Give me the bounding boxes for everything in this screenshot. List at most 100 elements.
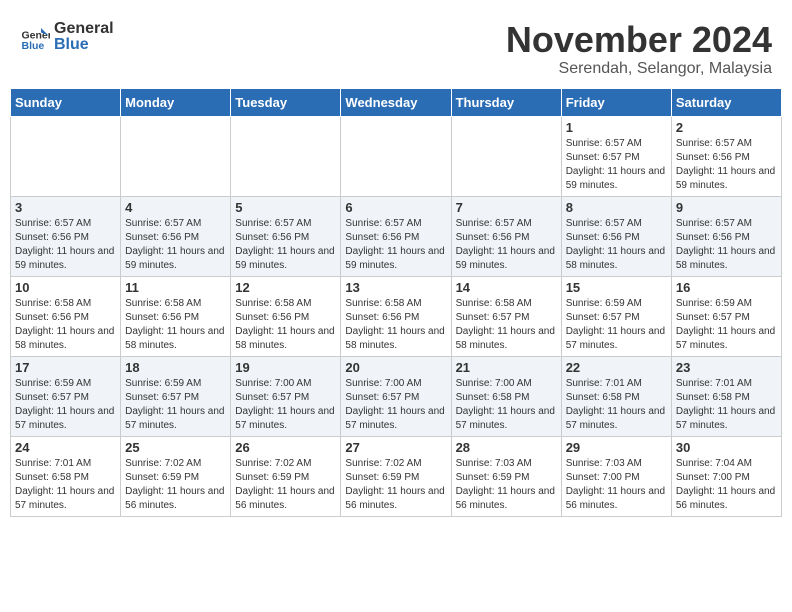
day-number: 14 — [456, 280, 557, 295]
day-info: Sunrise: 7:02 AMSunset: 6:59 PMDaylight:… — [345, 457, 446, 513]
calendar-cell: 19Sunrise: 7:00 AMSunset: 6:57 PMDayligh… — [231, 356, 341, 436]
day-number: 27 — [345, 440, 446, 455]
day-info: Sunrise: 6:57 AMSunset: 6:56 PMDaylight:… — [15, 217, 116, 273]
weekday-header-tuesday: Tuesday — [231, 88, 341, 116]
calendar-cell — [341, 116, 451, 196]
page-header: General Blue General Blue November 2024 … — [10, 10, 782, 83]
day-info: Sunrise: 7:02 AMSunset: 6:59 PMDaylight:… — [235, 457, 336, 513]
calendar-cell: 7 Sunrise: 6:57 AMSunset: 6:56 PMDaylight… — [451, 196, 561, 276]
day-info: Sunrise: 6:57 AMSunset: 6:56 PMDaylight:… — [566, 217, 667, 273]
calendar-cell — [11, 116, 121, 196]
calendar-cell: 26 Sunrise: 7:02 AMSunset: 6:59 PMDayligh… — [231, 436, 341, 516]
day-info: Sunrise: 6:57 AMSunset: 6:56 PMDaylight:… — [456, 217, 557, 273]
calendar-week-1: 1 Sunrise: 6:57 AMSunset: 6:57 PMDaylight… — [11, 116, 782, 196]
day-number: 13 — [345, 280, 446, 295]
day-number: 21 — [456, 360, 557, 375]
calendar-cell — [451, 116, 561, 196]
day-number: 16 — [676, 280, 777, 295]
day-number: 5 — [235, 200, 336, 215]
day-info: Sunrise: 6:58 AMSunset: 6:56 PMDaylight:… — [345, 297, 446, 353]
day-number: 1 — [566, 120, 667, 135]
day-number: 15 — [566, 280, 667, 295]
day-number: 20 — [345, 360, 446, 375]
day-info: Sunrise: 6:59 AMSunset: 6:57 PMDaylight:… — [566, 297, 667, 353]
calendar-cell: 18 Sunrise: 6:59 AMSunset: 6:57 PMDayligh… — [121, 356, 231, 436]
calendar-cell: 29 Sunrise: 7:03 AMSunset: 7:00 PMDayligh… — [561, 436, 671, 516]
day-info: Sunrise: 6:57 AMSunset: 6:56 PMDaylight:… — [125, 217, 226, 273]
calendar-cell: 1 Sunrise: 6:57 AMSunset: 6:57 PMDaylight… — [561, 116, 671, 196]
day-number: 26 — [235, 440, 336, 455]
calendar-cell: 9Sunrise: 6:57 AMSunset: 6:56 PMDaylight… — [671, 196, 781, 276]
day-info: Sunrise: 6:58 AMSunset: 6:56 PMDaylight:… — [125, 297, 226, 353]
calendar-cell: 15 Sunrise: 6:59 AMSunset: 6:57 PMDayligh… — [561, 276, 671, 356]
weekday-header-row: SundayMondayTuesdayWednesdayThursdayFrid… — [11, 88, 782, 116]
calendar-cell — [231, 116, 341, 196]
calendar-cell: 16 Sunrise: 6:59 AMSunset: 6:57 PMDayligh… — [671, 276, 781, 356]
calendar-cell: 25 Sunrise: 7:02 AMSunset: 6:59 PMDayligh… — [121, 436, 231, 516]
day-number: 9 — [676, 200, 777, 215]
day-number: 17 — [15, 360, 116, 375]
day-info: Sunrise: 7:03 AMSunset: 7:00 PMDaylight:… — [566, 457, 667, 513]
calendar-cell: 10 Sunrise: 6:58 AMSunset: 6:56 PMDayligh… — [11, 276, 121, 356]
calendar-cell: 8Sunrise: 6:57 AMSunset: 6:56 PMDaylight… — [561, 196, 671, 276]
day-number: 19 — [235, 360, 336, 375]
calendar-week-2: 3 Sunrise: 6:57 AMSunset: 6:56 PMDaylight… — [11, 196, 782, 276]
calendar-cell: 23 Sunrise: 7:01 AMSunset: 6:58 PMDayligh… — [671, 356, 781, 436]
day-info: Sunrise: 6:58 AMSunset: 6:56 PMDaylight:… — [235, 297, 336, 353]
day-number: 3 — [15, 200, 116, 215]
day-info: Sunrise: 6:58 AMSunset: 6:56 PMDaylight:… — [15, 297, 116, 353]
logo-icon: General Blue — [20, 22, 50, 52]
day-number: 2 — [676, 120, 777, 135]
day-info: Sunrise: 7:01 AMSunset: 6:58 PMDaylight:… — [676, 377, 777, 433]
day-info: Sunrise: 7:01 AMSunset: 6:58 PMDaylight:… — [15, 457, 116, 513]
logo: General Blue General Blue — [20, 20, 114, 53]
day-info: Sunrise: 6:57 AMSunset: 6:56 PMDaylight:… — [235, 217, 336, 273]
day-info: Sunrise: 7:04 AMSunset: 7:00 PMDaylight:… — [676, 457, 777, 513]
calendar-cell: 6Sunrise: 6:57 AMSunset: 6:56 PMDaylight… — [341, 196, 451, 276]
calendar-cell: 12 Sunrise: 6:58 AMSunset: 6:56 PMDayligh… — [231, 276, 341, 356]
day-info: Sunrise: 7:03 AMSunset: 6:59 PMDaylight:… — [456, 457, 557, 513]
day-number: 12 — [235, 280, 336, 295]
calendar-cell: 24Sunrise: 7:01 AMSunset: 6:58 PMDayligh… — [11, 436, 121, 516]
day-number: 4 — [125, 200, 226, 215]
day-number: 28 — [456, 440, 557, 455]
day-number: 23 — [676, 360, 777, 375]
title-section: November 2024 Serendah, Selangor, Malays… — [506, 20, 772, 78]
day-info: Sunrise: 6:59 AMSunset: 6:57 PMDaylight:… — [125, 377, 226, 433]
weekday-header-sunday: Sunday — [11, 88, 121, 116]
calendar-table: SundayMondayTuesdayWednesdayThursdayFrid… — [10, 88, 782, 517]
weekday-header-friday: Friday — [561, 88, 671, 116]
calendar-week-3: 10 Sunrise: 6:58 AMSunset: 6:56 PMDayligh… — [11, 276, 782, 356]
calendar-week-5: 24Sunrise: 7:01 AMSunset: 6:58 PMDayligh… — [11, 436, 782, 516]
day-info: Sunrise: 6:59 AMSunset: 6:57 PMDaylight:… — [676, 297, 777, 353]
weekday-header-saturday: Saturday — [671, 88, 781, 116]
day-number: 22 — [566, 360, 667, 375]
calendar-cell: 30 Sunrise: 7:04 AMSunset: 7:00 PMDayligh… — [671, 436, 781, 516]
month-title: November 2024 — [506, 20, 772, 60]
day-info: Sunrise: 6:57 AMSunset: 6:57 PMDaylight:… — [566, 137, 667, 193]
day-number: 11 — [125, 280, 226, 295]
day-info: Sunrise: 6:57 AMSunset: 6:56 PMDaylight:… — [676, 137, 777, 193]
day-info: Sunrise: 6:58 AMSunset: 6:57 PMDaylight:… — [456, 297, 557, 353]
weekday-header-wednesday: Wednesday — [341, 88, 451, 116]
day-info: Sunrise: 7:02 AMSunset: 6:59 PMDaylight:… — [125, 457, 226, 513]
calendar-cell: 13 Sunrise: 6:58 AMSunset: 6:56 PMDayligh… — [341, 276, 451, 356]
day-number: 7 — [456, 200, 557, 215]
calendar-cell — [121, 116, 231, 196]
day-number: 10 — [15, 280, 116, 295]
day-number: 18 — [125, 360, 226, 375]
logo-blue-text: Blue — [54, 36, 114, 54]
day-info: Sunrise: 7:00 AMSunset: 6:57 PMDaylight:… — [345, 377, 446, 433]
weekday-header-monday: Monday — [121, 88, 231, 116]
calendar-cell: 5 Sunrise: 6:57 AMSunset: 6:56 PMDaylight… — [231, 196, 341, 276]
day-info: Sunrise: 7:01 AMSunset: 6:58 PMDaylight:… — [566, 377, 667, 433]
calendar-cell: 11 Sunrise: 6:58 AMSunset: 6:56 PMDayligh… — [121, 276, 231, 356]
day-number: 29 — [566, 440, 667, 455]
calendar-cell: 2 Sunrise: 6:57 AMSunset: 6:56 PMDaylight… — [671, 116, 781, 196]
day-number: 25 — [125, 440, 226, 455]
day-info: Sunrise: 6:57 AMSunset: 6:56 PMDaylight:… — [345, 217, 446, 273]
calendar-cell: 21Sunrise: 7:00 AMSunset: 6:58 PMDayligh… — [451, 356, 561, 436]
day-info: Sunrise: 6:59 AMSunset: 6:57 PMDaylight:… — [15, 377, 116, 433]
day-number: 30 — [676, 440, 777, 455]
calendar-cell: 3 Sunrise: 6:57 AMSunset: 6:56 PMDaylight… — [11, 196, 121, 276]
